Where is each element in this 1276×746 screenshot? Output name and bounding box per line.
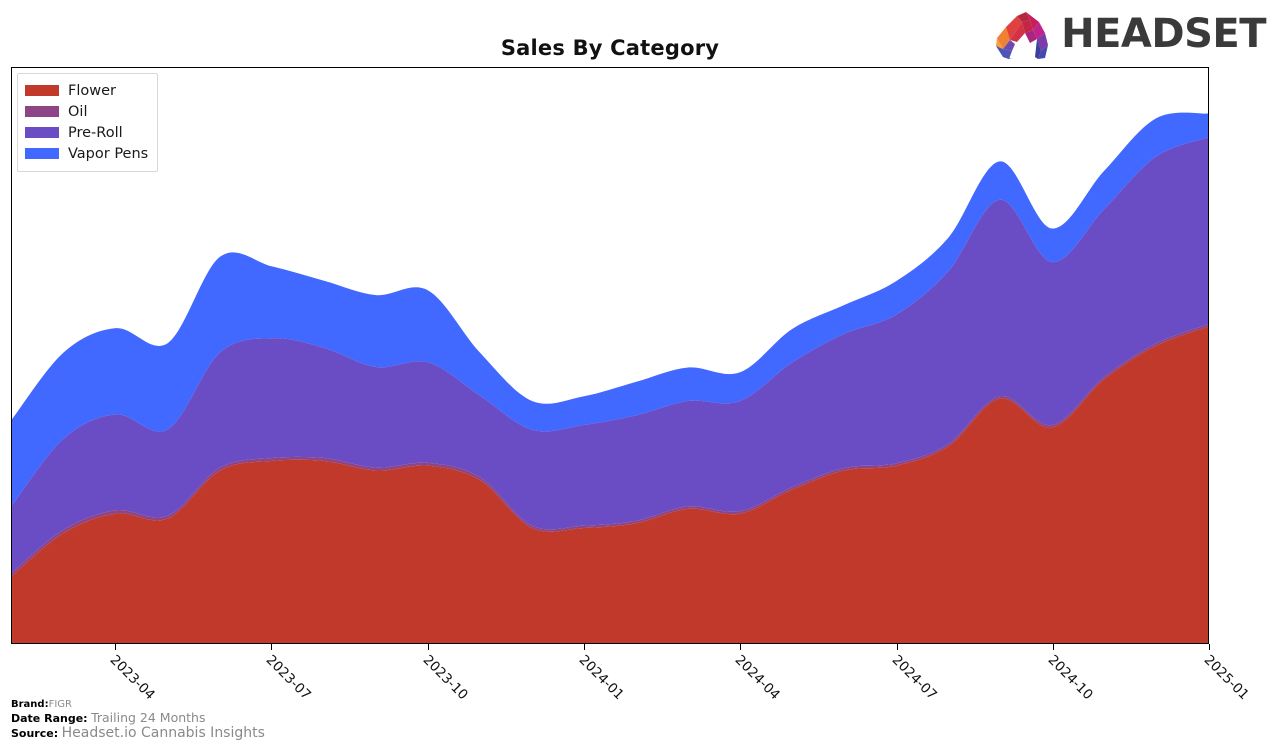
x-tick-label: 2023-07	[263, 652, 315, 704]
footer-date-range-value: Trailing 24 Months	[91, 709, 206, 725]
headset-logo: HEADSET	[995, 8, 1266, 60]
x-tick-label: 2024-04	[731, 652, 784, 704]
x-tick-mark	[115, 644, 117, 650]
x-tick-label: 2023-10	[419, 652, 471, 704]
footer-date-range-key: Date Range:	[11, 711, 88, 725]
x-tick-mark	[896, 644, 898, 650]
x-tick-label: 2023-04	[106, 652, 159, 704]
legend-swatch-pre-roll	[25, 127, 59, 138]
legend-label-vapor-pens: Vapor Pens	[68, 145, 149, 162]
footer-source-value: Headset.io Cannabis Insights	[61, 725, 265, 742]
logo-wordmark: HEADSET	[1061, 11, 1266, 57]
headset-arch-logo	[996, 12, 1049, 59]
footer-brand-value: FIGR	[48, 698, 72, 710]
legend-swatch-vapor-pens	[25, 148, 59, 159]
legend-item-oil[interactable]: Oil	[25, 101, 148, 122]
chart-footer: Brand:FIGR Date Range: Trailing 24 Month…	[11, 699, 265, 742]
footer-source: Source: Headset.io Cannabis Insights	[11, 725, 265, 742]
x-tick-mark	[1209, 644, 1210, 650]
legend-item-pre-roll[interactable]: Pre-Roll	[25, 122, 148, 143]
footer-brand-key: Brand:	[11, 698, 49, 710]
stacked-area-chart	[12, 112, 1208, 643]
x-tick-mark	[584, 644, 585, 650]
legend-label-flower: Flower	[68, 82, 116, 99]
legend-item-flower[interactable]: Flower	[25, 80, 148, 101]
legend-item-vapor-pens[interactable]: Vapor Pens	[25, 143, 148, 164]
x-tick-label: 2024-07	[888, 652, 940, 704]
chart-legend: Flower Oil Pre-Roll Vapor Pens	[17, 73, 159, 172]
x-tick-mark	[740, 644, 742, 650]
x-tick-mark	[1052, 644, 1054, 650]
x-tick-mark	[427, 644, 429, 650]
footer-date-range: Date Range: Trailing 24 Months	[11, 709, 265, 726]
footer-source-key: Source:	[11, 727, 59, 741]
legend-label-oil: Oil	[68, 103, 88, 120]
legend-label-pre-roll: Pre-Roll	[68, 124, 123, 141]
legend-swatch-oil	[25, 106, 59, 117]
x-tick-mark	[271, 644, 273, 650]
x-axis: 2023-04 2023-07 2023-10 2024-01 2024-04 2024-…	[0, 644, 1276, 704]
chart-plot-area: Flower Oil Pre-Roll Vapor Pens	[11, 67, 1209, 644]
x-tick-label: 2024-01	[575, 652, 627, 704]
legend-swatch-flower	[25, 85, 59, 96]
x-tick-label: 2025-01	[1200, 652, 1252, 704]
x-tick-label: 2024-10	[1044, 652, 1096, 704]
